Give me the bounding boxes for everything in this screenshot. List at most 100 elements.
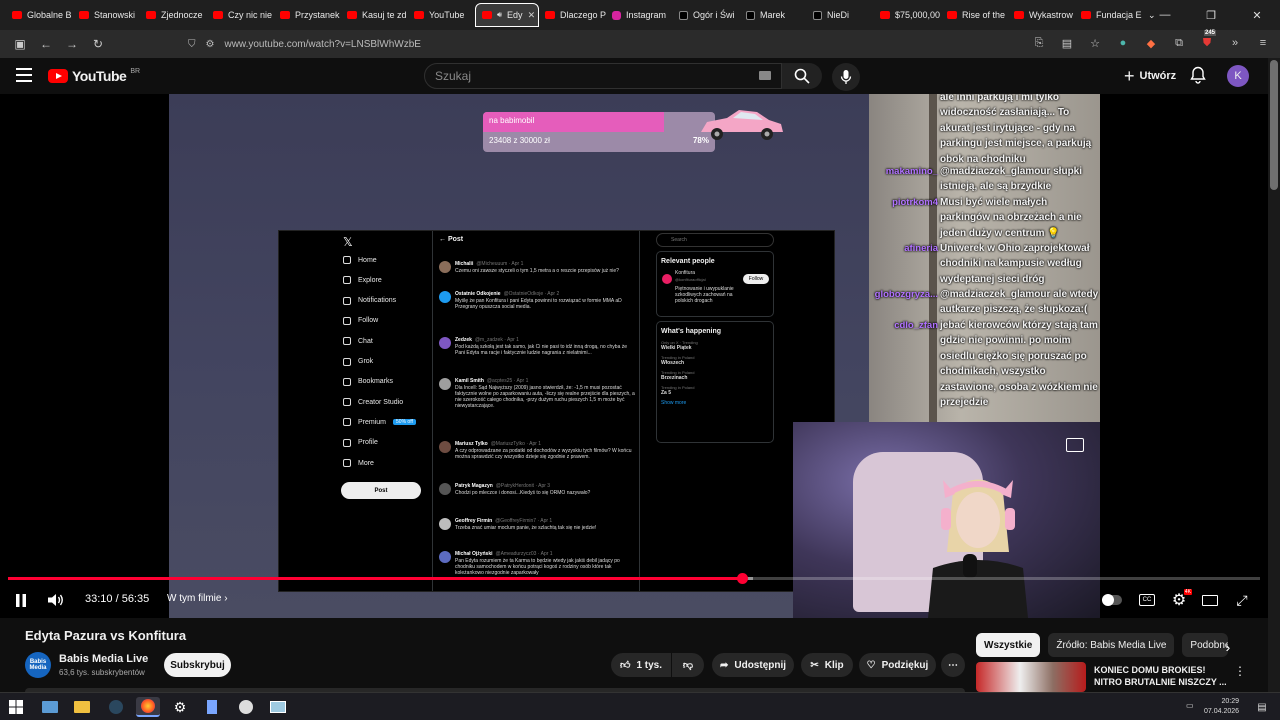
- network-icon[interactable]: ▭: [1186, 701, 1194, 710]
- reload-icon[interactable]: ↻: [86, 32, 110, 56]
- overflow-chevron-icon[interactable]: »: [1226, 34, 1244, 52]
- settings-button[interactable]: ⚙ 4K: [1168, 586, 1192, 614]
- browser-tab[interactable]: YouTube: [408, 3, 475, 27]
- youtube-header: YouTube BR Szukaj + Utwórz K: [0, 58, 1268, 94]
- app-icon[interactable]: [234, 697, 258, 717]
- volume-icon: [48, 594, 63, 606]
- browser-tab[interactable]: Fundacja E: [1075, 3, 1142, 27]
- more-actions-button[interactable]: ⋯: [941, 653, 965, 677]
- scrubber-knob[interactable]: [736, 573, 748, 584]
- browser-tab[interactable]: $75,000,00: [874, 3, 941, 27]
- windows-start-icon[interactable]: [4, 697, 28, 717]
- browser-tab[interactable]: Czy nic nie: [207, 3, 274, 27]
- browser-tab[interactable]: Rise of the: [941, 3, 1008, 27]
- recommendation-thumbnail[interactable]: [976, 662, 1086, 692]
- computer-icon[interactable]: [38, 697, 62, 717]
- channel-name[interactable]: Babis Media Live: [59, 653, 148, 665]
- youtube-logo[interactable]: YouTube BR: [48, 68, 140, 84]
- browser-tab[interactable]: Globalne B: [6, 3, 73, 27]
- forward-icon[interactable]: →: [60, 32, 84, 56]
- tab-close-icon[interactable]: ✕: [528, 10, 536, 21]
- video-player[interactable]: na babimobil 23408 z 30000 zł 78% 𝕏 Post…: [0, 94, 1268, 618]
- hamburger-menu-icon[interactable]: [16, 68, 32, 82]
- fullscreen-button[interactable]: ⤢: [1232, 586, 1252, 614]
- browser-tab[interactable]: Kasuj te zd: [341, 3, 408, 27]
- picture-in-picture-icon[interactable]: [1066, 438, 1084, 452]
- subscribe-button[interactable]: Subskrybuj: [164, 653, 231, 677]
- voice-search-button[interactable]: [832, 63, 860, 91]
- remote-desktop-icon[interactable]: [266, 697, 290, 717]
- youtube-icon: [12, 11, 22, 19]
- tab-audio-icon[interactable]: 🔊︎: [497, 10, 502, 20]
- channel-avatar[interactable]: Babis Media: [25, 652, 51, 678]
- more-horizontal-icon: ⋯: [948, 659, 958, 671]
- close-icon[interactable]: ✕: [1234, 0, 1280, 30]
- browser-tab[interactable]: Stanowski: [73, 3, 140, 27]
- browser-tab[interactable]: Zjednocze: [140, 3, 207, 27]
- browser-tab[interactable]: Marek: [740, 3, 807, 27]
- x-nav-icon: [343, 377, 351, 386]
- steam-icon[interactable]: [104, 697, 128, 717]
- search-button[interactable]: [782, 63, 822, 89]
- bookmark-star-icon[interactable]: ☆: [1086, 34, 1104, 52]
- search-input[interactable]: Szukaj: [424, 63, 782, 89]
- keyboard-icon[interactable]: [759, 71, 771, 80]
- browser-tab[interactable]: 🔊︎ Edy ✕: [475, 3, 539, 27]
- vpn-icon[interactable]: ●: [1114, 34, 1132, 52]
- scrollbar-thumb[interactable]: [1270, 60, 1278, 190]
- notification-center-icon[interactable]: ▤: [1250, 697, 1274, 717]
- ublock-icon[interactable]: ⛊ 245: [1198, 30, 1217, 52]
- chip-source[interactable]: Źródło: Babis Media Live: [1048, 633, 1175, 657]
- pause-button[interactable]: [12, 586, 30, 614]
- browser-tab[interactable]: NieDi: [807, 3, 874, 27]
- like-button[interactable]: 👍︎ 1 tys.: [611, 653, 671, 677]
- thanks-button[interactable]: ♡ Podziękuj: [859, 653, 936, 677]
- recommendation-title[interactable]: KONIEC DOMU BROKIES! NITRO BRUTALNIE NIS…: [1094, 664, 1234, 688]
- donation-goal: na babimobil 23408 z 30000 zł 78%: [483, 112, 715, 152]
- calculator-icon[interactable]: [200, 697, 224, 717]
- theater-mode-button[interactable]: [1200, 586, 1220, 614]
- url-field[interactable]: ⛉ ⚙ www.youtube.com/watch?v=LNSBlWhWzbE: [176, 33, 1056, 55]
- chat-text: @madziaczek_glamour słupki istnieją, ale…: [940, 166, 1083, 193]
- shield-icon[interactable]: ⛉: [188, 39, 196, 50]
- back-icon[interactable]: ←: [34, 32, 58, 56]
- x-nav-item: Notifications: [343, 296, 396, 305]
- restore-icon[interactable]: ❐: [1188, 0, 1234, 30]
- create-button[interactable]: + Utwórz: [1116, 63, 1184, 89]
- minimize-icon[interactable]: —: [1142, 0, 1188, 30]
- dislike-button[interactable]: 👎︎: [672, 653, 704, 677]
- browser-tab[interactable]: Wykastrow: [1008, 3, 1075, 27]
- notifications-button[interactable]: [1190, 66, 1206, 89]
- browser-tab[interactable]: Ogór i Świ: [673, 3, 740, 27]
- chip-all[interactable]: Wszystkie: [976, 633, 1041, 657]
- browser-tab[interactable]: Dlaczego P: [539, 3, 606, 27]
- subtitles-button[interactable]: CC: [1137, 586, 1157, 614]
- share-button[interactable]: ➦ Udostępnij: [712, 653, 794, 677]
- page-scrollbar[interactable]: [1268, 58, 1280, 700]
- browser-tab[interactable]: Instagram: [606, 3, 673, 27]
- x-premium-badge: 50% off: [393, 419, 416, 426]
- recommendation-more-icon[interactable]: ⋮: [1234, 664, 1246, 678]
- address-bar-row: ▣ ← → ↻ ⛉ ⚙ www.youtube.com/watch?v=LNSB…: [0, 30, 1280, 58]
- chips-next-chevron-icon[interactable]: ›: [1218, 637, 1238, 657]
- file-explorer-icon[interactable]: [70, 697, 94, 717]
- taskbar-clock[interactable]: 20:29 07.04.2026: [1204, 697, 1239, 717]
- browser-tab[interactable]: Przystanek: [274, 3, 341, 27]
- chapters-button[interactable]: W tym filmie ›: [167, 593, 228, 604]
- page-settings-icon[interactable]: ⚙: [206, 39, 215, 50]
- fox-extension-icon[interactable]: ◆: [1142, 34, 1160, 52]
- translate-icon[interactable]: ⎘: [1030, 34, 1048, 52]
- browser-tab-bar: Globalne B Stanowski Zjednocze Czy nic nie P…: [0, 0, 1280, 30]
- volume-button[interactable]: [46, 586, 66, 614]
- autoplay-toggle[interactable]: [1100, 586, 1124, 614]
- settings-gear-icon[interactable]: ⚙: [168, 697, 192, 717]
- x-tweet-name: Kamil Smith: [455, 378, 484, 384]
- clip-button[interactable]: ✂ Klip: [801, 653, 853, 677]
- reader-icon[interactable]: ▤: [1058, 34, 1076, 52]
- firefox-icon[interactable]: [136, 697, 160, 717]
- sidebar-toggle-icon[interactable]: ▣: [8, 32, 32, 56]
- account-avatar[interactable]: K: [1227, 65, 1249, 87]
- extensions-icon[interactable]: ⧉: [1170, 34, 1188, 52]
- browser-menu-icon[interactable]: ≡: [1254, 34, 1272, 52]
- progress-bar[interactable]: [8, 573, 1260, 584]
